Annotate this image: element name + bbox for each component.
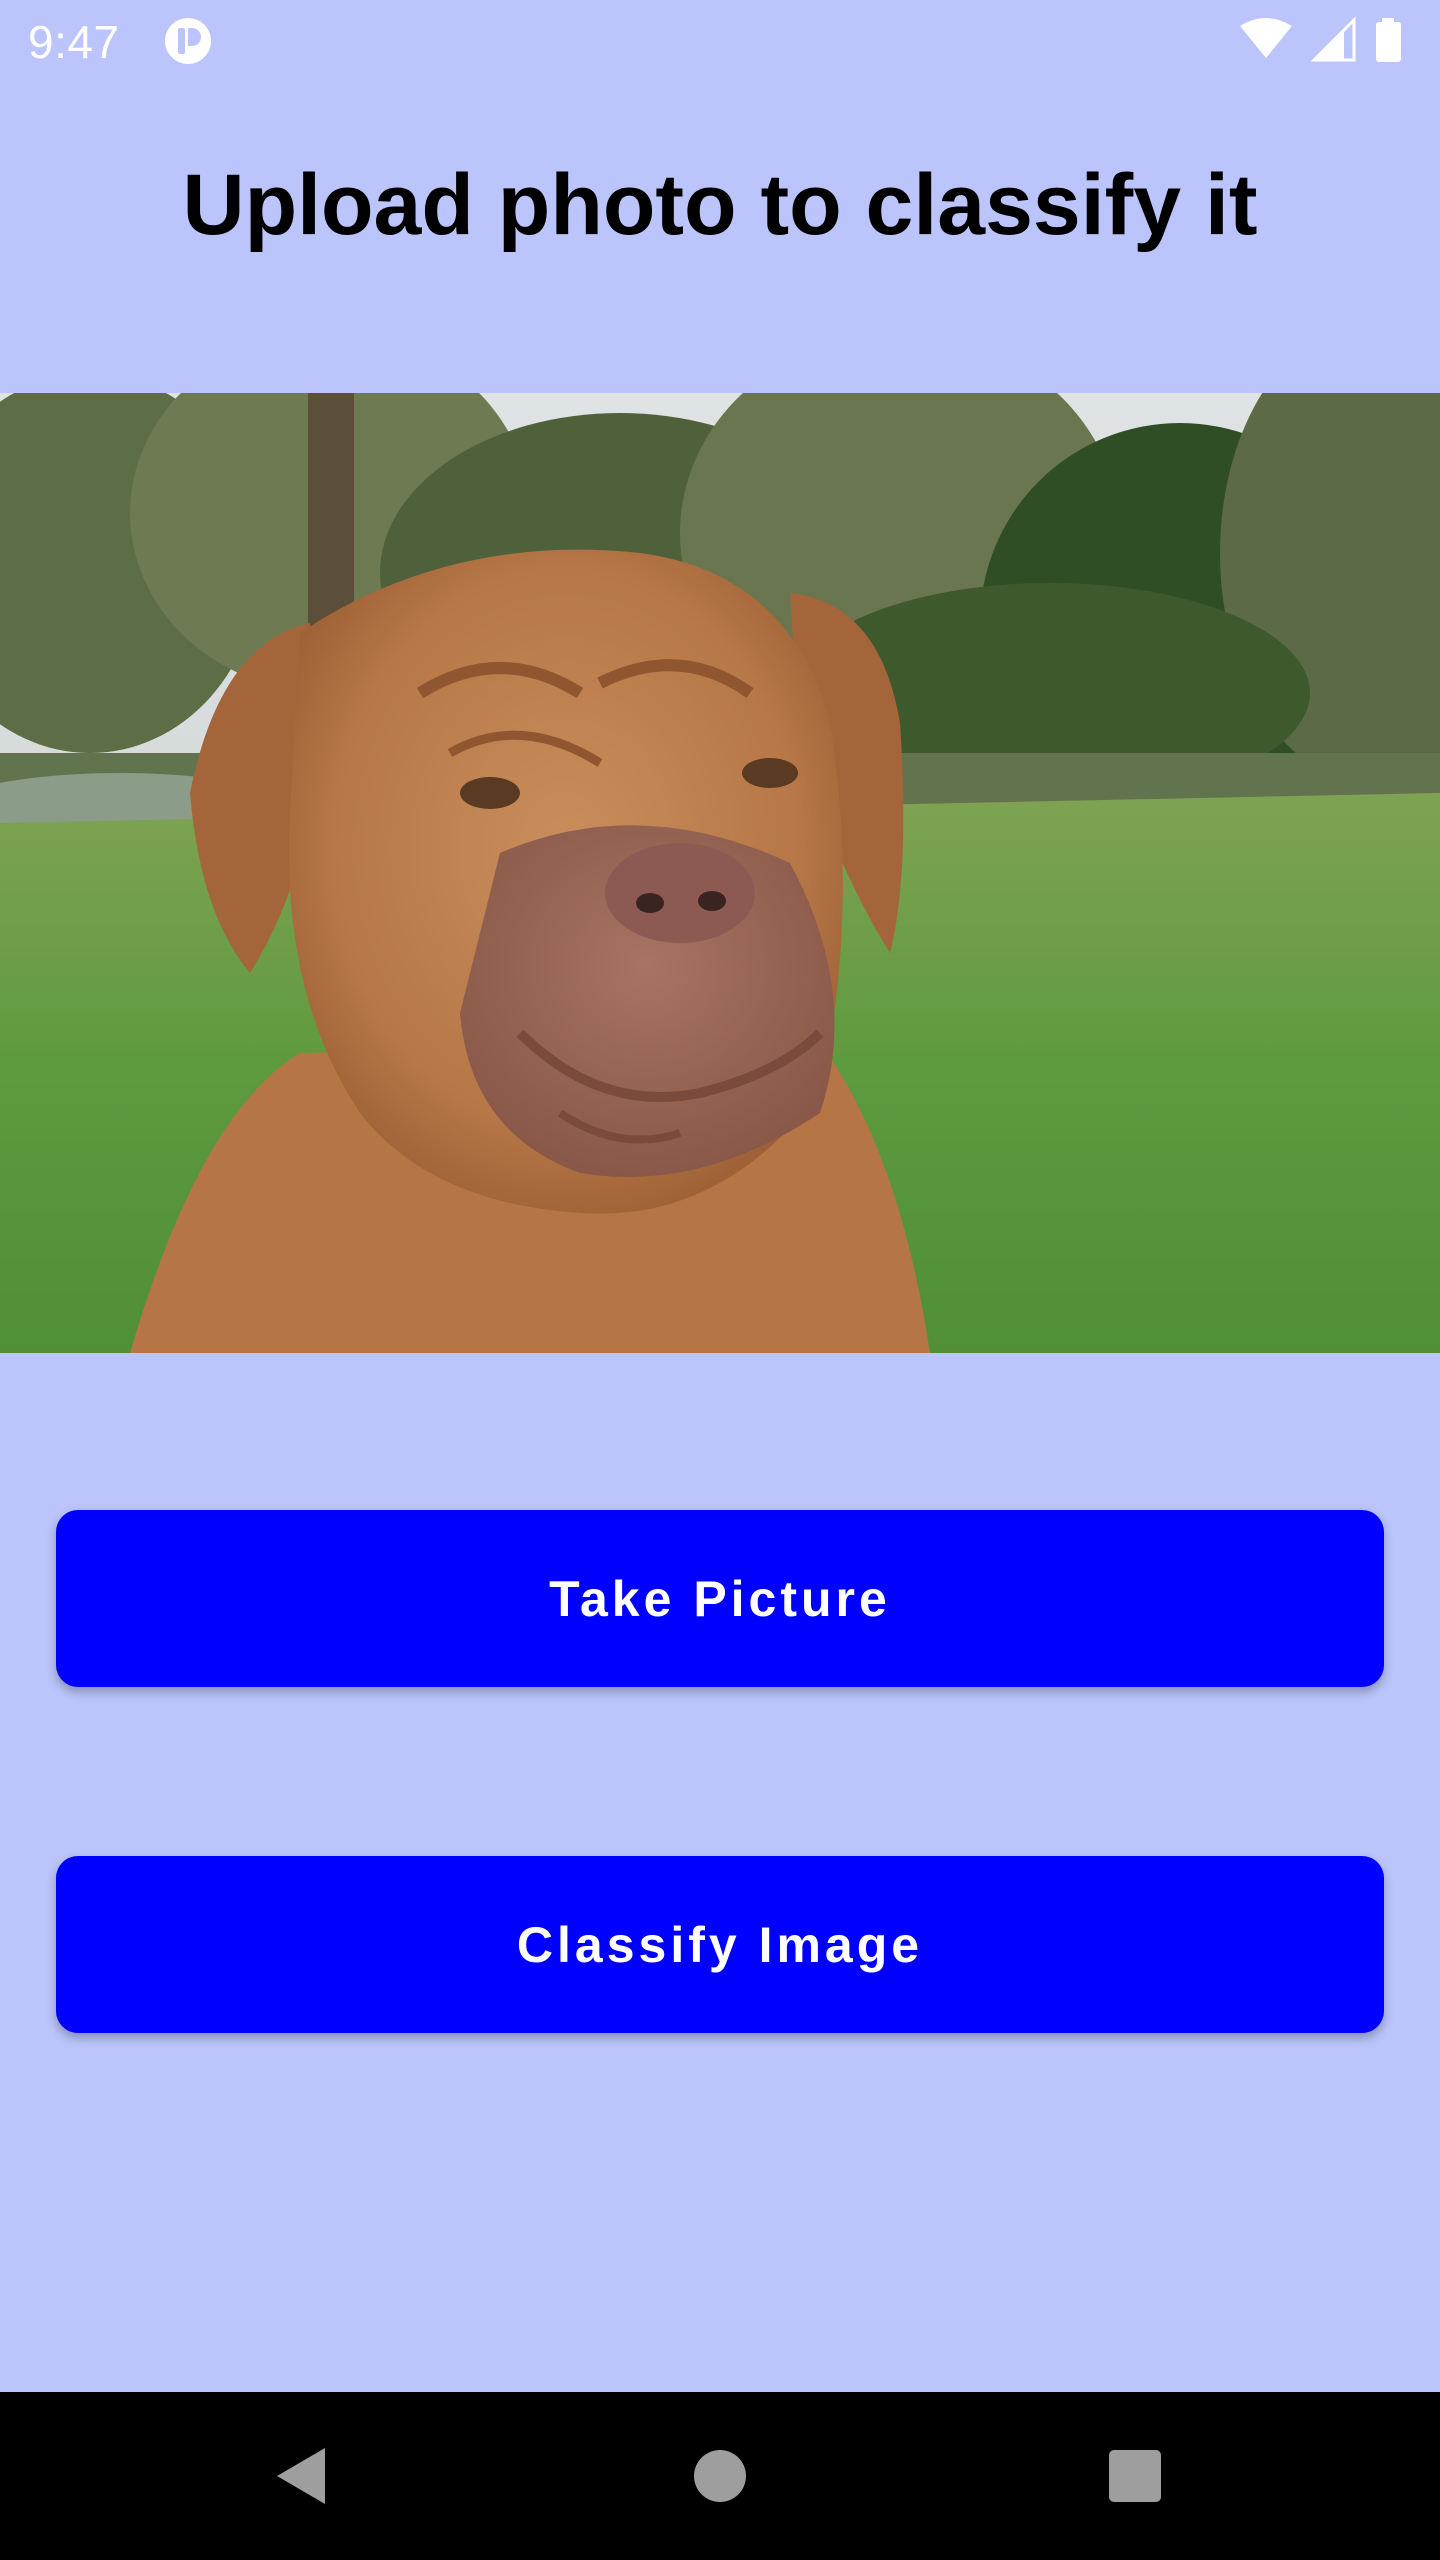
status-bar: 9:47: [0, 0, 1440, 84]
recents-icon[interactable]: [1093, 2434, 1177, 2518]
back-icon[interactable]: [259, 2434, 343, 2518]
page-title: Upload photo to classify it: [182, 157, 1258, 253]
wifi-icon: [1240, 18, 1292, 58]
dog-photo-illustration: [0, 393, 1440, 1353]
navigation-bar: [0, 2392, 1440, 2560]
battery-icon: [1376, 18, 1401, 62]
dog-photo: [0, 393, 1440, 1353]
status-time: 9:47: [28, 16, 120, 68]
status-icons: [1240, 16, 1401, 62]
app-notification-icon: [165, 18, 211, 64]
take-picture-button[interactable]: Take Picture: [56, 1510, 1384, 1687]
classify-image-button[interactable]: Classify Image: [56, 1856, 1384, 2033]
home-icon[interactable]: [678, 2434, 762, 2518]
cellular-signal-icon: [1310, 16, 1356, 62]
